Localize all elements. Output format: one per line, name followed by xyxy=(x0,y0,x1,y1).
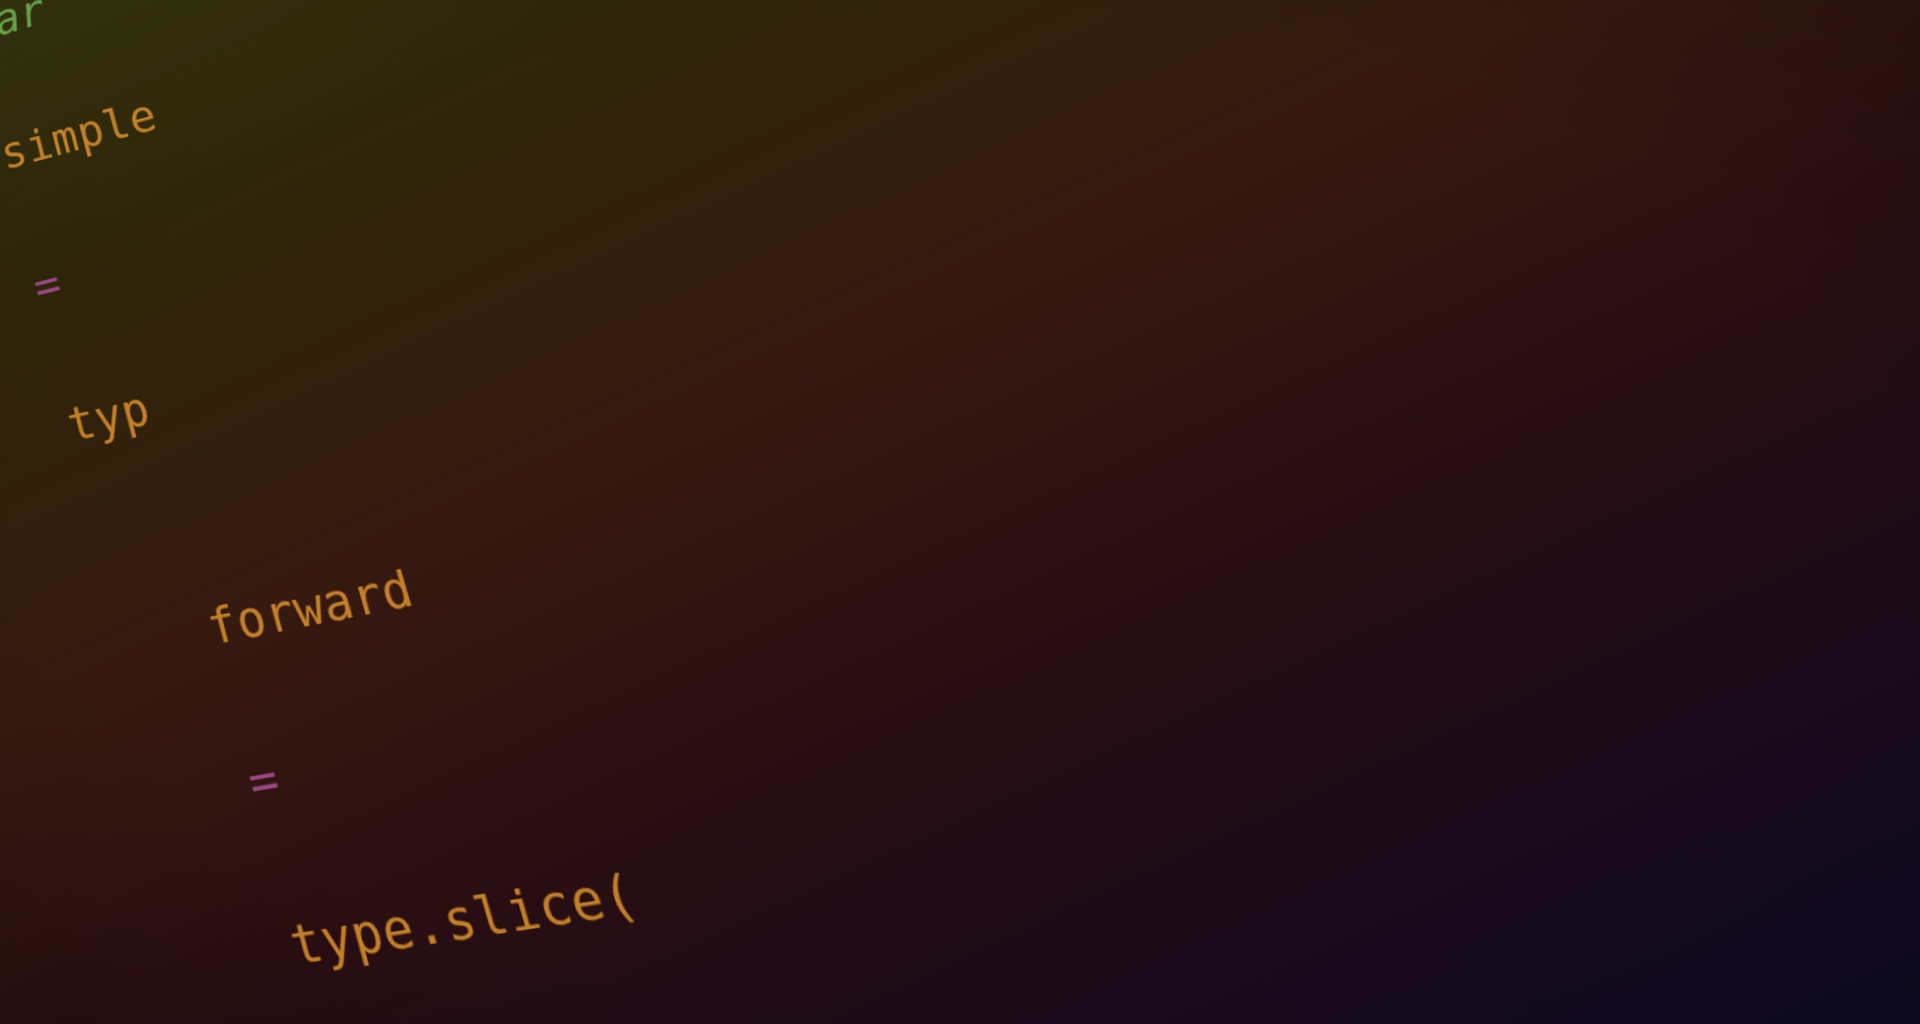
token-ident: typ xyxy=(62,381,156,452)
token-ident: forward xyxy=(201,558,420,656)
token-ident: simple xyxy=(0,89,162,179)
token-operator: = xyxy=(28,256,66,313)
token-expr: type.slice( xyxy=(284,861,646,977)
token-keyword-var: var xyxy=(0,0,51,52)
token-operator: = xyxy=(241,748,286,813)
code-editor-view: HILD" var simple = typ forward = type.sl… xyxy=(0,0,1920,1024)
